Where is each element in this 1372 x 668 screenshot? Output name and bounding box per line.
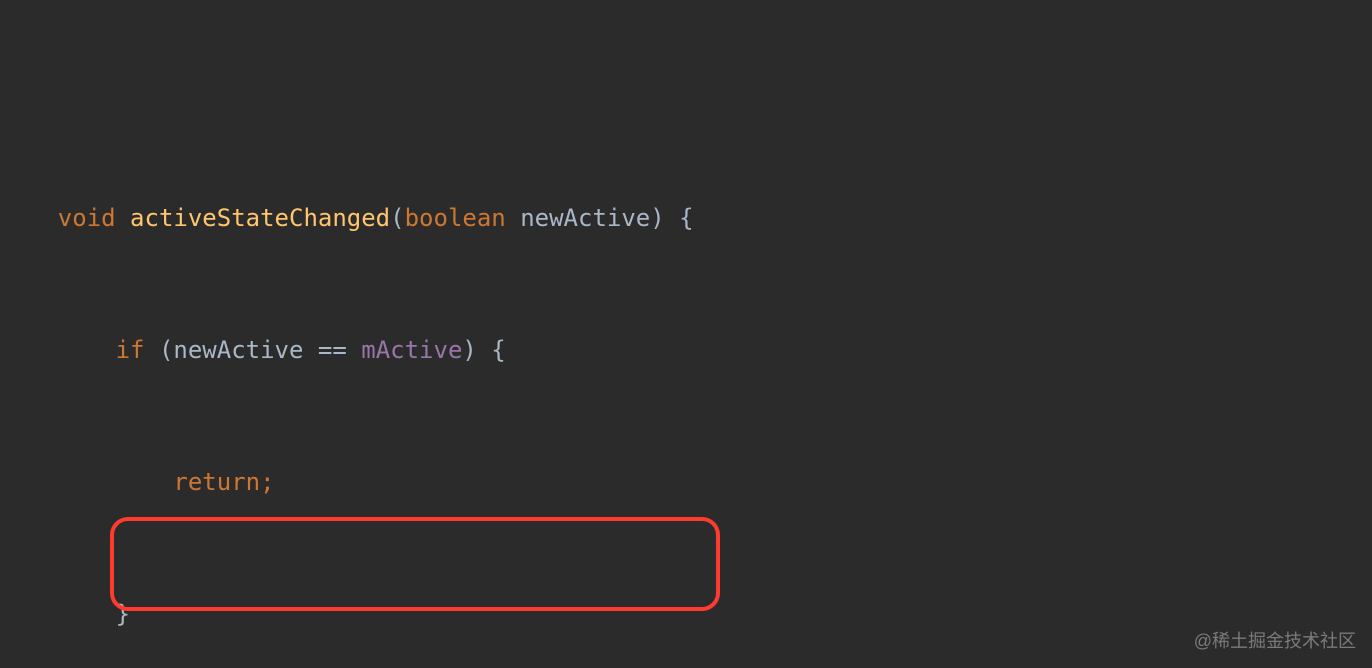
keyword-return: return [173,468,260,496]
keyword-if: if [116,336,145,364]
method-name: activeStateChanged [130,204,390,232]
code-line: } [0,598,1372,631]
code-editor[interactable]: void activeStateChanged(boolean newActiv… [0,0,1372,668]
keyword-void: void [58,204,116,232]
code-line: if (newActive == mActive) { [0,334,1372,367]
annotation-highlight-box [110,517,720,611]
code-line: return; [0,466,1372,499]
code-line: void activeStateChanged(boolean newActiv… [0,202,1372,235]
keyword-boolean: boolean [405,204,506,232]
watermark: @稀土掘金技术社区 [1194,625,1356,658]
